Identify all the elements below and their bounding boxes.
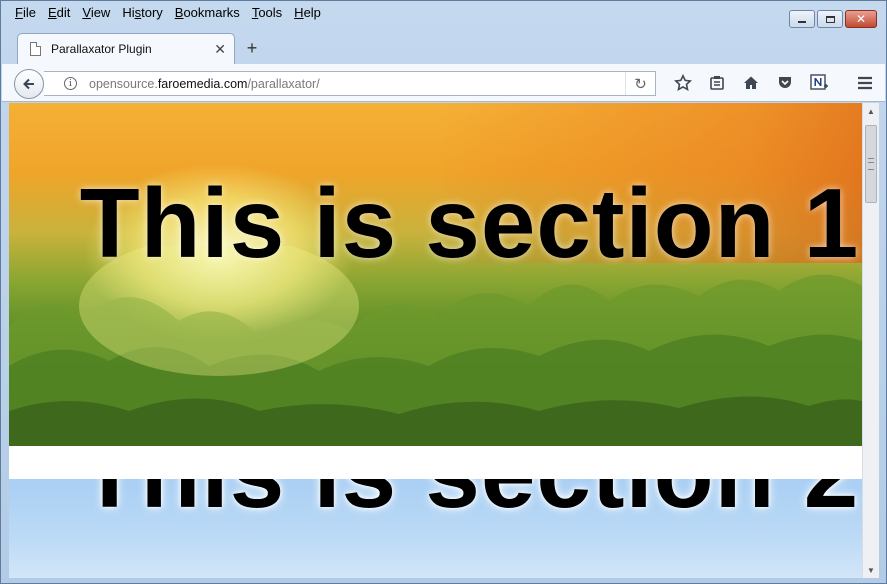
- section-divider: [9, 446, 862, 479]
- menu-tools-label: ools: [258, 5, 283, 20]
- toolbar-icons: [666, 72, 882, 94]
- url-text[interactable]: opensource.faroemedia.com/parallaxator/: [89, 77, 625, 91]
- menu-history-label: tory: [141, 5, 163, 20]
- menu-edit[interactable]: Edit: [42, 3, 76, 23]
- menu-view-label: iew: [90, 5, 111, 20]
- back-button[interactable]: [14, 69, 44, 99]
- menu-bar: File Edit View History Bookmarks Tools H…: [9, 3, 327, 23]
- scroll-down-arrow-icon[interactable]: ▼: [863, 562, 879, 578]
- scroll-thumb[interactable]: [865, 125, 877, 203]
- section-2-heading: This is section 2: [43, 479, 862, 530]
- maximize-button[interactable]: [817, 10, 843, 28]
- url-path: /parallaxator/: [247, 76, 320, 91]
- menu-edit-accel: E: [47, 5, 57, 20]
- info-icon[interactable]: i: [64, 77, 77, 90]
- menu-file[interactable]: File: [9, 3, 42, 23]
- menu-file-accel: F: [15, 5, 23, 20]
- menu-help[interactable]: Help: [288, 3, 327, 23]
- url-bar[interactable]: i opensource.faroemedia.com/parallaxator…: [44, 71, 656, 96]
- menu-edit-label: dit: [56, 5, 71, 20]
- window-controls: ✕: [789, 10, 877, 28]
- bookmark-star-button[interactable]: [666, 72, 700, 94]
- tab-title: Parallaxator Plugin: [51, 42, 152, 56]
- extension-button[interactable]: [802, 72, 836, 94]
- hamburger-icon: [858, 76, 872, 90]
- nav-toolbar: i opensource.faroemedia.com/parallaxator…: [2, 64, 885, 102]
- menu-history-pre: Hi: [122, 5, 135, 20]
- n-extension-icon: [810, 74, 828, 90]
- page-content: This is section 1 This is section 2: [9, 103, 862, 578]
- clipboard-icon: [710, 76, 724, 90]
- section-2: This is section 2: [9, 479, 862, 578]
- menu-bookmarks-label: ookmarks: [183, 5, 240, 20]
- browser-window: File Edit View History Bookmarks Tools H…: [0, 0, 887, 584]
- menu-bookmarks[interactable]: Bookmarks: [169, 3, 246, 23]
- minimize-button[interactable]: [789, 10, 815, 28]
- url-domain: faroemedia.com: [157, 76, 248, 91]
- vertical-scrollbar[interactable]: ▲ ▼: [862, 103, 879, 578]
- back-arrow-icon: [23, 78, 34, 90]
- reading-list-button[interactable]: [700, 72, 734, 94]
- home-button[interactable]: [734, 72, 768, 94]
- home-icon: [744, 76, 758, 89]
- tab-close-icon[interactable]: ✕: [214, 41, 226, 58]
- menu-history[interactable]: History: [116, 3, 168, 23]
- close-window-button[interactable]: ✕: [845, 10, 877, 28]
- menu-button[interactable]: [848, 72, 882, 94]
- close-icon: ✕: [855, 12, 867, 26]
- url-prefix: opensource.: [89, 76, 158, 91]
- tab-parallaxator[interactable]: Parallaxator Plugin ✕: [17, 33, 235, 64]
- new-tab-button[interactable]: +: [244, 38, 260, 59]
- pocket-icon: [779, 77, 791, 88]
- menu-help-accel: H: [294, 5, 304, 20]
- reload-icon[interactable]: ↻: [625, 72, 655, 95]
- page-icon: [30, 42, 41, 56]
- minimize-icon: [798, 20, 806, 23]
- pocket-button[interactable]: [768, 72, 802, 94]
- menu-help-label: elp: [303, 5, 321, 20]
- menu-tools[interactable]: Tools: [246, 3, 288, 23]
- star-icon: [674, 74, 692, 91]
- section-1-heading: This is section 1: [79, 168, 860, 278]
- maximize-icon: [825, 15, 835, 23]
- menu-view-accel: V: [82, 5, 91, 20]
- scroll-up-arrow-icon[interactable]: ▲: [863, 103, 879, 119]
- section-1: This is section 1: [9, 103, 862, 446]
- menu-view[interactable]: View: [76, 3, 116, 23]
- menu-file-label: ile: [22, 5, 36, 20]
